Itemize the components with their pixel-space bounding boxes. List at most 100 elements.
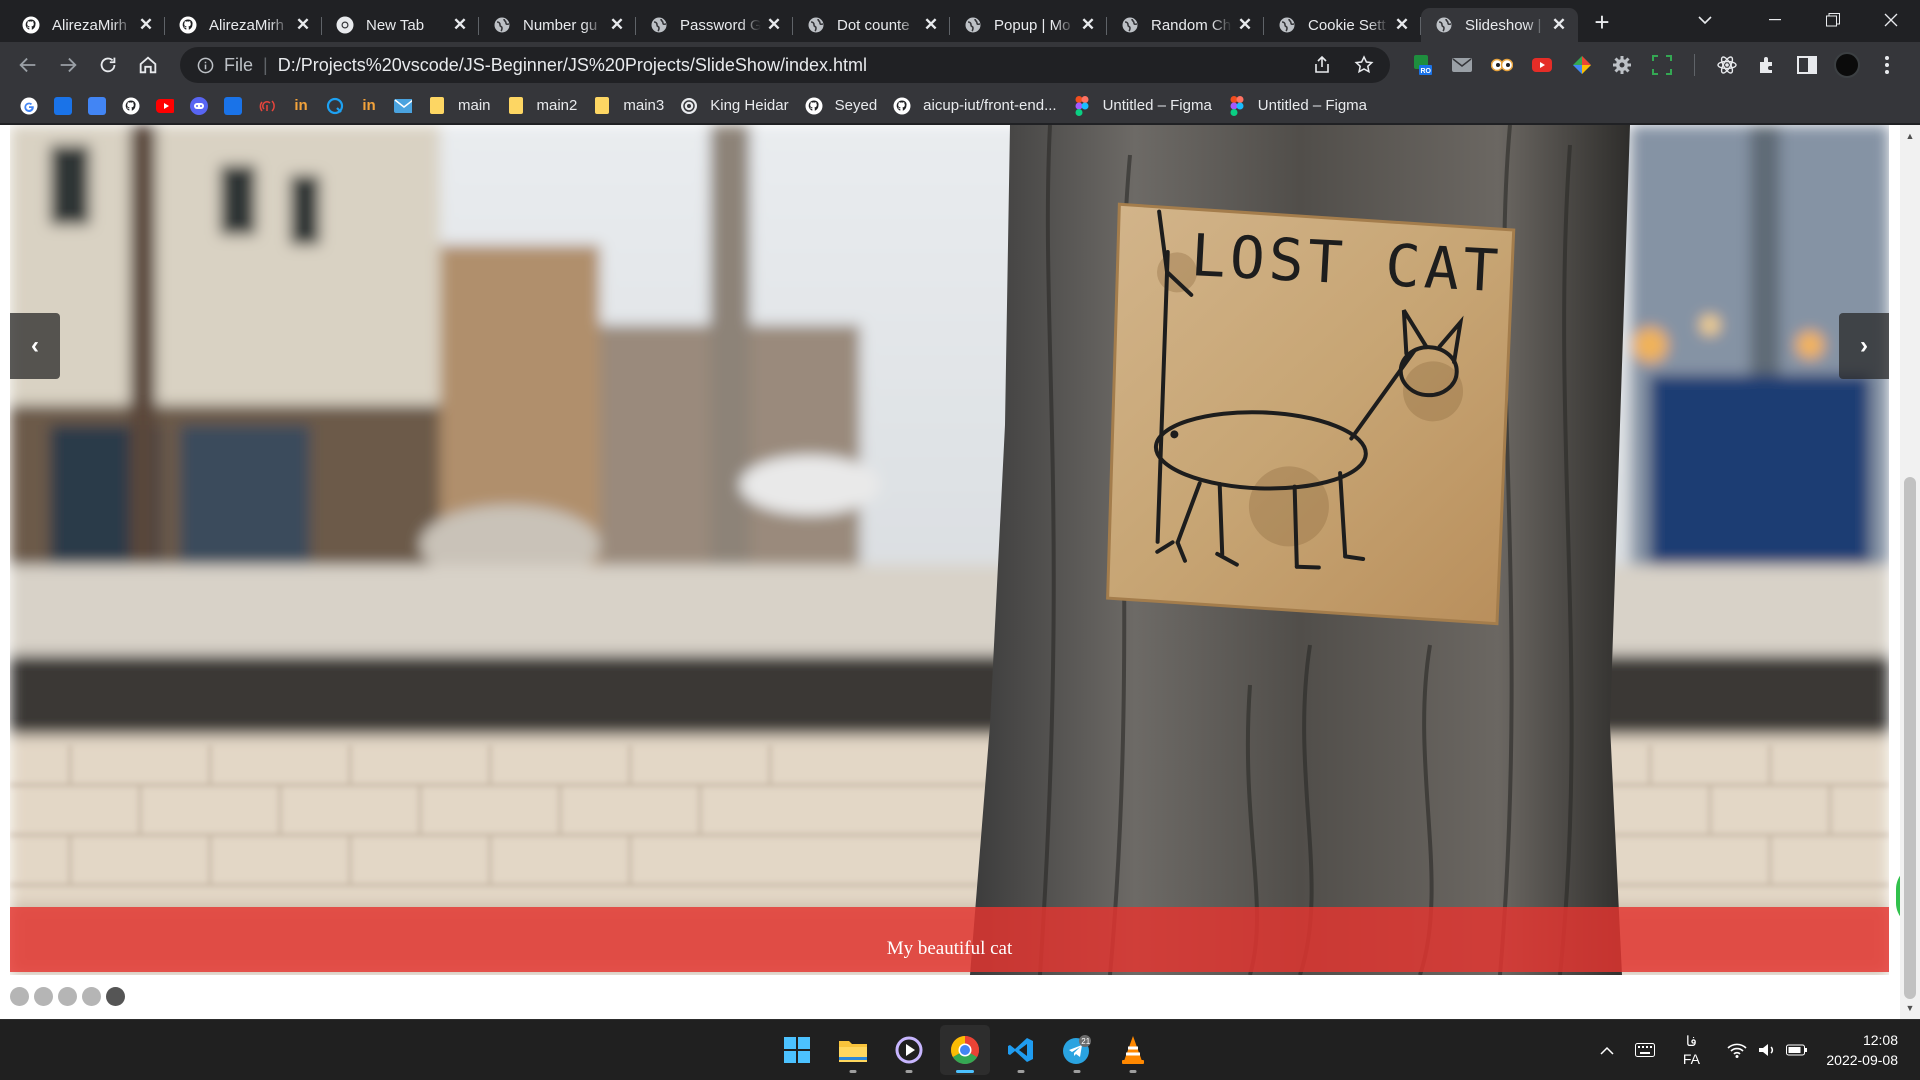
bookmark-item[interactable] xyxy=(46,92,80,120)
profile-avatar[interactable] xyxy=(1827,47,1867,83)
bookmark-item[interactable]: in xyxy=(284,92,318,120)
slide-dot[interactable] xyxy=(82,987,101,1006)
bookmark-item[interactable]: in xyxy=(352,92,386,120)
wifi-icon[interactable] xyxy=(1722,1030,1752,1070)
tray-overflow-chevron-icon[interactable] xyxy=(1592,1030,1622,1070)
bookmark-item[interactable] xyxy=(80,92,114,120)
bookmark-item[interactable]: Untitled – Figma xyxy=(1065,92,1220,120)
react-devtools-icon[interactable] xyxy=(1707,47,1747,83)
slide-dot[interactable] xyxy=(10,987,29,1006)
browser-tab[interactable]: Password G ✕ xyxy=(636,8,793,42)
browser-tab[interactable]: Popup | Mo ✕ xyxy=(950,8,1107,42)
slide-dot[interactable] xyxy=(58,987,77,1006)
browser-toolbar: File | D:/Projects%20vscode/JS-Beginner/… xyxy=(0,42,1920,88)
scrollbar-thumb[interactable] xyxy=(1904,477,1916,999)
close-tab-icon[interactable]: ✕ xyxy=(1079,15,1097,34)
bookmark-item[interactable] xyxy=(216,92,250,120)
prev-slide-button[interactable]: ‹ xyxy=(10,313,60,379)
browser-tab[interactable]: Slideshow | ✕ xyxy=(1421,8,1578,42)
input-language[interactable]: فا FA xyxy=(1668,1032,1714,1068)
windows-start-taskbar-button[interactable] xyxy=(772,1025,822,1075)
close-tab-icon[interactable]: ✕ xyxy=(137,15,155,34)
close-window-button[interactable] xyxy=(1862,0,1920,40)
gear-extension-icon[interactable] xyxy=(1602,47,1642,83)
browser-tab[interactable]: AlirezaMirh ✕ xyxy=(165,8,322,42)
puzzle-extensions-icon[interactable] xyxy=(1747,47,1787,83)
web-icon xyxy=(224,96,242,115)
bookmark-item[interactable] xyxy=(182,92,216,120)
bookmark-item[interactable] xyxy=(12,92,46,120)
slide-dot[interactable] xyxy=(34,987,53,1006)
url-text[interactable]: D:/Projects%20vscode/JS-Beginner/JS%20Pr… xyxy=(278,55,1294,76)
back-button[interactable] xyxy=(10,47,46,83)
volume-icon[interactable] xyxy=(1752,1030,1782,1070)
bookmark-item[interactable]: main3 xyxy=(585,92,672,120)
bookmark-item[interactable] xyxy=(148,92,182,120)
close-tab-icon[interactable]: ✕ xyxy=(608,15,626,34)
scroll-down-icon[interactable]: ▼ xyxy=(1900,999,1920,1017)
next-slide-button[interactable]: › xyxy=(1839,313,1889,379)
bookmark-item[interactable]: Untitled – Figma xyxy=(1220,92,1375,120)
page-scrollbar[interactable]: ▲ ▼ xyxy=(1900,125,1920,1019)
youtube-extension-icon[interactable] xyxy=(1522,47,1562,83)
bookmark-item[interactable]: King Heidar xyxy=(672,92,796,120)
slide-caption: My beautiful cat xyxy=(10,907,1889,972)
new-tab-button[interactable]: + xyxy=(1582,2,1622,42)
clock[interactable]: 12:08 2022-09-08 xyxy=(1826,1030,1898,1070)
telegram-taskbar-button[interactable]: 21 xyxy=(1052,1025,1102,1075)
reload-button[interactable] xyxy=(90,47,126,83)
star-bookmark-icon[interactable] xyxy=(1350,51,1378,79)
close-tab-icon[interactable]: ✕ xyxy=(1236,15,1254,34)
taskbar-apps: 21 xyxy=(772,1020,1158,1080)
slide-dot[interactable] xyxy=(106,987,125,1006)
info-icon[interactable] xyxy=(196,56,214,74)
browser-tab[interactable]: AlirezaMirh ✕ xyxy=(8,8,165,42)
browser-tab[interactable]: Random Ch ✕ xyxy=(1107,8,1264,42)
side-panel-icon[interactable] xyxy=(1787,47,1827,83)
bookmark-item[interactable]: main xyxy=(420,92,499,120)
scroll-up-icon[interactable]: ▲ xyxy=(1900,127,1920,145)
bookmark-item[interactable] xyxy=(250,92,284,120)
menu-button[interactable] xyxy=(1867,47,1907,83)
bookmark-item[interactable] xyxy=(114,92,148,120)
color-picker-extension-icon[interactable] xyxy=(1562,47,1602,83)
browser-tab[interactable]: Number gu ✕ xyxy=(479,8,636,42)
vscode-taskbar-button[interactable] xyxy=(996,1025,1046,1075)
battery-icon[interactable] xyxy=(1782,1030,1812,1070)
screenshot-extension-icon[interactable] xyxy=(1642,47,1682,83)
vlc-taskbar-button[interactable] xyxy=(1108,1025,1158,1075)
bookmark-item[interactable] xyxy=(386,92,420,120)
tab-title: Number gu xyxy=(523,16,598,34)
lang-code: FA xyxy=(1682,1051,1700,1067)
page-viewport: LOST CAT ‹ › My beautiful cat ▲ ▼ xyxy=(0,125,1920,1019)
close-tab-icon[interactable]: ✕ xyxy=(922,15,940,34)
chrome-taskbar-button[interactable] xyxy=(940,1025,990,1075)
browser-tab[interactable]: New Tab ✕ xyxy=(322,8,479,42)
bookmark-label: main2 xyxy=(536,97,578,114)
browser-tab[interactable]: Dot counte ✕ xyxy=(793,8,950,42)
share-icon[interactable] xyxy=(1308,51,1336,79)
media-player-taskbar-button[interactable] xyxy=(884,1025,934,1075)
close-tab-icon[interactable]: ✕ xyxy=(1393,15,1411,34)
bookmark-item[interactable]: main2 xyxy=(499,92,586,120)
minimize-button[interactable] xyxy=(1746,0,1804,40)
file-explorer-icon xyxy=(838,1037,868,1063)
restore-button[interactable] xyxy=(1804,0,1862,40)
bookmark-item[interactable]: aicup-iut/front-end... xyxy=(885,92,1064,120)
close-tab-icon[interactable]: ✕ xyxy=(765,15,783,34)
forward-button[interactable] xyxy=(50,47,86,83)
ro-extension-icon[interactable]: RO xyxy=(1402,47,1442,83)
close-tab-icon[interactable]: ✕ xyxy=(1550,15,1568,34)
keyboard-icon[interactable] xyxy=(1630,1030,1660,1070)
tab-search-button[interactable] xyxy=(1676,0,1734,40)
address-bar[interactable]: File | D:/Projects%20vscode/JS-Beginner/… xyxy=(180,47,1390,83)
mail-extension-icon[interactable] xyxy=(1442,47,1482,83)
close-tab-icon[interactable]: ✕ xyxy=(294,15,312,34)
close-tab-icon[interactable]: ✕ xyxy=(451,15,469,34)
bookmark-item[interactable]: Seyed xyxy=(797,92,886,120)
home-button[interactable] xyxy=(130,47,166,83)
file-explorer-taskbar-button[interactable] xyxy=(828,1025,878,1075)
eyes-extension-icon[interactable] xyxy=(1482,47,1522,83)
bookmark-item[interactable] xyxy=(318,92,352,120)
browser-tab[interactable]: Cookie Sett ✕ xyxy=(1264,8,1421,42)
